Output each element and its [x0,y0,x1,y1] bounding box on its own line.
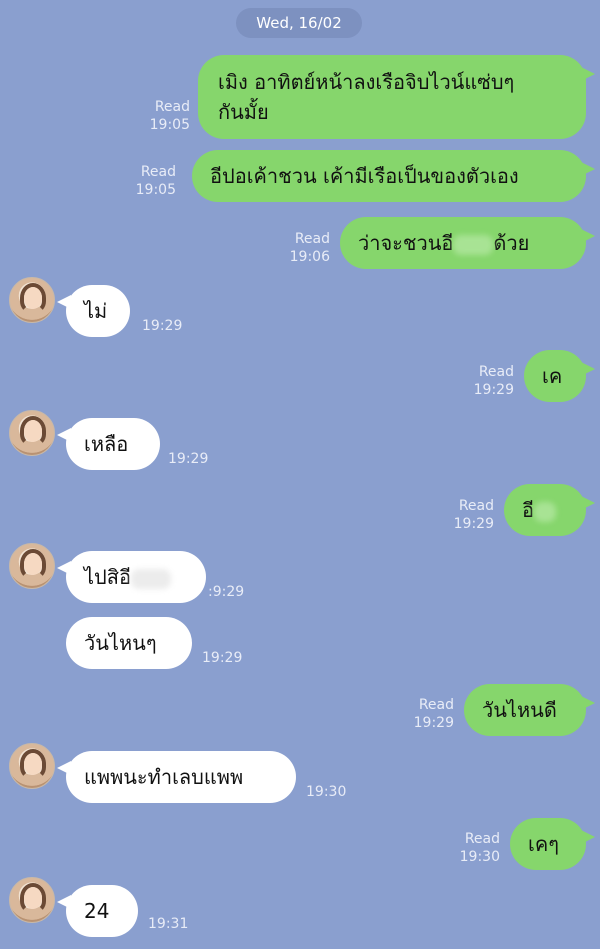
message-text: ไม่ [84,299,108,323]
message-time: 19:30 [306,784,347,800]
message-text: ด้วย [493,231,530,255]
read-status: Read [294,231,330,247]
message-text: 24 [84,899,110,923]
message-time: 19:05 [135,182,176,198]
contact-avatar[interactable] [9,877,55,923]
outgoing-message[interactable]: วันไหนดี [464,684,595,736]
message-time: 19:29 [473,382,514,398]
incoming-message[interactable]: 24 [57,885,138,937]
read-status: Read [464,831,500,847]
message-meta: Read 19:05 [124,163,176,199]
outgoing-message[interactable]: อี [504,484,595,536]
message-meta: Read 19:29 [442,497,494,533]
message-time: 19:29 [413,715,454,731]
message-text: ไปสิอี [84,565,131,589]
contact-avatar[interactable] [9,277,55,323]
message-text: ว่าจะชวนอี [358,231,454,255]
outgoing-message[interactable]: เมิง อาทิตย์หน้าลงเรือจิบไวน์แซ่บๆ กันมั… [198,55,595,139]
redacted-name [130,568,171,589]
message-time: 19:29 [202,650,243,666]
outgoing-message[interactable]: เคๆ [510,818,595,870]
message-text-line: เมิง อาทิตย์หน้าลงเรือจิบไวน์แซ่บๆ [218,70,515,94]
message-text: เหลือ [84,432,129,456]
message-meta: Read 19:29 [462,363,514,399]
read-status: Read [458,498,494,514]
message-text: เค [542,364,563,388]
message-time: 19:29 [453,516,494,532]
message-meta: Read 19:29 [402,696,454,732]
incoming-message[interactable]: วันไหนๆ [66,617,192,669]
outgoing-message[interactable]: อีปอเค้าชวน เค้ามีเรือเป็นของตัวเอง [192,150,595,202]
incoming-message[interactable]: แพพนะทำเลบแพพ [57,751,296,803]
message-time: 19:06 [289,249,330,265]
message-time: 19:29 [168,451,209,467]
read-status: Read [154,99,190,115]
contact-avatar[interactable] [9,410,55,456]
message-text: วันไหนดี [482,698,557,722]
message-text: อีปอเค้าชวน เค้ามีเรือเป็นของตัวเอง [210,164,519,188]
message-time: 19:31 [148,916,189,932]
message-text: เคๆ [528,832,559,856]
read-status: Read [140,164,176,180]
message-meta: Read 19:05 [140,98,190,134]
contact-avatar[interactable] [9,543,55,589]
redacted-name [534,501,557,522]
incoming-message[interactable]: ไม่ [57,285,130,337]
message-time: :9:29 [208,584,245,600]
incoming-message[interactable]: เหลือ [57,418,160,470]
outgoing-message[interactable]: ว่าจะชวนอี ด้วย [340,217,595,269]
read-status: Read [478,364,514,380]
message-time: 19:29 [142,318,183,334]
message-meta: Read 19:30 [448,830,500,866]
message-time: 19:30 [459,849,500,865]
message-text: อี [522,498,535,522]
message-text-line: กันมั้ย [218,100,269,124]
read-status: Read [418,697,454,713]
date-separator: Wed, 16/02 [236,8,362,38]
contact-avatar[interactable] [9,743,55,789]
message-text: วันไหนๆ [84,631,157,655]
message-text: แพพนะทำเลบแพพ [84,765,244,789]
incoming-message[interactable]: ไปสิอี [57,551,206,603]
message-meta: Read 19:06 [278,230,330,266]
redacted-name [453,234,494,255]
message-time: 19:05 [149,117,190,133]
outgoing-message[interactable]: เค [524,350,595,402]
